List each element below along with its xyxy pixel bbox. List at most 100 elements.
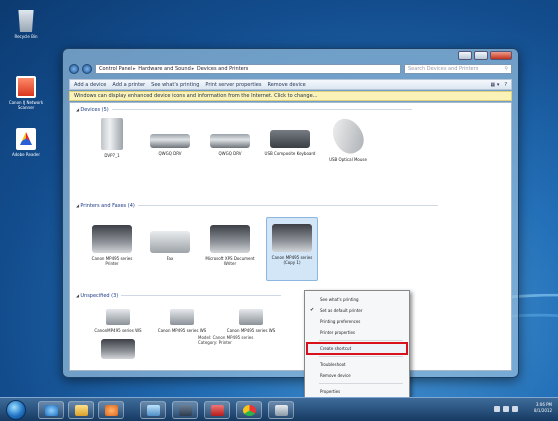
unspecified-label: Canon MP495 series WS xyxy=(157,328,207,333)
menu-remove-device[interactable]: Remove device xyxy=(307,370,407,381)
clock[interactable]: 3:06 PM 8/1/2012 xyxy=(534,402,552,414)
address-row: Control Panel▸ Hardware and Sound▸ Devic… xyxy=(69,63,512,75)
network-icon[interactable] xyxy=(503,406,509,412)
menu-troubleshoot[interactable]: Troubleshoot xyxy=(307,359,407,370)
desktop-icon-adobe-reader[interactable]: Adobe Reader xyxy=(4,128,48,157)
devices-and-printers-window: Control Panel▸ Hardware and Sound▸ Devic… xyxy=(62,48,519,378)
close-button[interactable] xyxy=(490,51,512,60)
printer-item[interactable]: Microsoft XPS Document Writer xyxy=(204,219,256,266)
printer-icon xyxy=(101,339,135,359)
volume-icon[interactable] xyxy=(512,406,518,412)
media-player-icon[interactable] xyxy=(98,401,124,419)
breadcrumb-hardware-and-sound[interactable]: Hardware and Sound xyxy=(138,66,190,72)
desktop-icon-label: Recycle Bin xyxy=(14,34,38,39)
menu-create-shortcut[interactable]: Create shortcut xyxy=(306,342,408,355)
caption-buttons xyxy=(458,51,512,60)
unspecified-item[interactable]: Canon MP495 series WS xyxy=(216,305,286,333)
desktop-icon-label: Adobe Reader xyxy=(11,152,41,157)
printer-item[interactable]: Canon MP495 series Printer xyxy=(86,219,138,266)
detail-category: Category: Printer xyxy=(198,340,232,345)
printer-icon xyxy=(210,225,250,253)
minimize-button[interactable] xyxy=(458,51,472,60)
search-icon: ⚲ xyxy=(504,66,508,72)
scanner-utility-icon xyxy=(16,76,36,98)
group-header-unspecified[interactable]: Unspecified (3) xyxy=(76,293,282,299)
printer-label: Microsoft XPS Document Writer xyxy=(205,256,255,266)
device-item[interactable]: QWGQ DRV xyxy=(144,118,196,156)
info-bar[interactable]: Windows can display enhanced device icon… xyxy=(69,91,512,101)
context-menu: See what's printing Set as default print… xyxy=(304,290,410,402)
breadcrumb-control-panel[interactable]: Control Panel xyxy=(99,66,132,72)
forward-button[interactable] xyxy=(82,64,92,74)
device-item[interactable]: QWGQ DRV xyxy=(204,118,256,156)
clock-date: 8/1/2012 xyxy=(534,408,552,413)
paint-icon[interactable] xyxy=(172,401,198,419)
device-item[interactable]: USB Optical Mouse xyxy=(322,113,374,162)
unspecified-item[interactable]: CanonMP495 series WS xyxy=(92,305,144,333)
unspecified-item[interactable] xyxy=(92,339,144,362)
printer-icon[interactable] xyxy=(268,401,294,419)
adobe-reader-icon xyxy=(16,128,36,150)
search-placeholder: Search Devices and Printers xyxy=(408,66,479,72)
drive-icon xyxy=(210,134,250,148)
computer-icon xyxy=(101,118,123,150)
printer-item-selected[interactable]: Canon MP495 series (Copy 1) xyxy=(266,217,318,281)
add-printer-button[interactable]: Add a printer xyxy=(112,82,145,88)
maximize-button[interactable] xyxy=(474,51,488,60)
desktop-icon-label: Canon IJ Network Scanner xyxy=(8,100,44,110)
scanner-icon xyxy=(106,309,130,325)
menu-properties[interactable]: Properties xyxy=(307,386,407,397)
group-label: Devices (5) xyxy=(80,107,109,113)
group-header-devices[interactable]: Devices (5) xyxy=(76,107,412,113)
remove-device-button[interactable]: Remove device xyxy=(267,82,305,88)
printer-item[interactable]: Fax xyxy=(144,219,196,261)
system-tray xyxy=(494,406,518,412)
recycle-bin-icon xyxy=(18,10,34,32)
scanner-icon xyxy=(239,309,263,325)
desktop-icon-recycle-bin[interactable]: Recycle Bin xyxy=(4,10,48,39)
device-item[interactable]: DVP7_1 xyxy=(86,118,138,158)
menu-see-whats-printing[interactable]: See what's printing xyxy=(307,294,407,305)
folder-icon[interactable] xyxy=(68,401,94,419)
acrobat-icon[interactable] xyxy=(204,401,230,419)
scanner-icon xyxy=(170,309,194,325)
search-input[interactable]: Search Devices and Printers ⚲ xyxy=(404,64,512,74)
command-bar: Add a device Add a printer See what's pr… xyxy=(69,79,512,90)
print-server-properties-button[interactable]: Print server properties xyxy=(205,82,261,88)
flag-icon[interactable] xyxy=(494,406,500,412)
add-device-button[interactable]: Add a device xyxy=(74,82,106,88)
help-icon[interactable]: ? xyxy=(504,82,507,88)
chrome-icon[interactable] xyxy=(236,401,262,419)
menu-printing-preferences[interactable]: Printing preferences xyxy=(307,316,407,327)
back-button[interactable] xyxy=(69,64,79,74)
menu-separator xyxy=(319,383,403,384)
keyboard-icon xyxy=(270,130,310,148)
device-label: USB Composite Keyboard xyxy=(264,151,316,156)
internet-explorer-icon[interactable] xyxy=(38,401,64,419)
menu-printer-properties[interactable]: Printer properties xyxy=(307,327,407,338)
group-header-printers[interactable]: Printers and Faxes (4) xyxy=(76,203,438,209)
address-bar[interactable]: Control Panel▸ Hardware and Sound▸ Devic… xyxy=(95,64,401,74)
menu-separator xyxy=(319,356,403,357)
menu-set-default-printer[interactable]: Set as default printer xyxy=(307,305,407,316)
view-options-icon[interactable]: ▦ ▾ xyxy=(491,82,500,88)
fax-icon xyxy=(150,231,190,253)
devices-content-pane: Devices (5) DVP7_1 QWGQ DRV QWGQ DRV USB… xyxy=(69,102,512,371)
unspecified-label: CanonMP495 series WS xyxy=(94,328,142,333)
printer-label: Fax xyxy=(166,256,174,261)
control-panel-icon[interactable] xyxy=(140,401,166,419)
group-label: Unspecified (3) xyxy=(80,293,119,299)
device-label: QWGQ DRV xyxy=(218,151,242,156)
device-item[interactable]: USB Composite Keyboard xyxy=(264,118,316,156)
breadcrumb-devices-and-printers[interactable]: Devices and Printers xyxy=(197,66,249,72)
desktop-icon-scanner[interactable]: Canon IJ Network Scanner xyxy=(4,76,48,110)
mouse-icon xyxy=(326,113,370,159)
printer-icon xyxy=(92,225,132,253)
see-whats-printing-button[interactable]: See what's printing xyxy=(151,82,199,88)
taskbar: 3:06 PM 8/1/2012 xyxy=(0,397,558,421)
drive-icon xyxy=(150,134,190,148)
group-label: Printers and Faxes (4) xyxy=(80,203,135,209)
start-button[interactable] xyxy=(6,400,26,420)
printer-label: Canon MP495 series Printer xyxy=(91,256,133,266)
unspecified-item[interactable]: Canon MP495 series WS xyxy=(156,305,208,333)
